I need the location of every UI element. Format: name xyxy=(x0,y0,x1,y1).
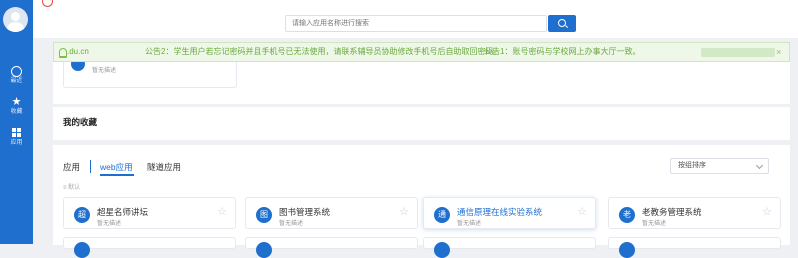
app-avatar-icon: 超 xyxy=(74,207,90,223)
app-desc: 暂无描述 xyxy=(279,221,304,227)
app-avatar-icon xyxy=(71,62,85,71)
grid-icon xyxy=(12,128,21,137)
sidebar-item-label: 应用 xyxy=(10,140,23,146)
app-card[interactable]: 超 超星名师讲坛 暂无描述 ☆ xyxy=(63,197,236,229)
search-box[interactable] xyxy=(285,15,548,32)
app-card-partial[interactable] xyxy=(63,237,236,258)
sidebar: 最近 ★ 收藏 应用 xyxy=(0,0,33,244)
app-desc: 暂无描述 xyxy=(642,221,667,227)
tab-all-apps[interactable]: 应用 xyxy=(63,161,80,173)
app-desc: 暂无描述 xyxy=(457,221,482,227)
tab-web-apps[interactable]: web应用 xyxy=(100,161,133,173)
notice-2: 公告2：学生用户若忘记密码并且手机号已无法使用，请联系辅导员协助修改手机号后自助… xyxy=(145,47,502,56)
sidebar-item-recent[interactable]: 最近 xyxy=(0,66,33,85)
recent-app-card[interactable]: 暂无描述 xyxy=(63,62,237,88)
app-name: 老教务管理系统 xyxy=(642,207,702,217)
notice-1: 公告1：账号密码与学校网上办事大厅一致。 xyxy=(484,47,641,56)
app-avatar-icon: 图 xyxy=(256,207,272,223)
app-avatar-icon xyxy=(256,242,272,258)
sort-select[interactable]: 按组排序 xyxy=(670,158,769,174)
tab-divider xyxy=(90,160,91,173)
group-label: ≡ 默认 xyxy=(63,185,81,191)
notice-bar: .du.cn 公告2：学生用户若忘记密码并且手机号已无法使用，请联系辅导员协助修… xyxy=(53,42,790,62)
app-avatar-icon xyxy=(74,242,90,258)
star-icon: ★ xyxy=(11,96,22,108)
sidebar-item-favorites[interactable]: ★ 收藏 xyxy=(0,96,33,116)
favorites-title: 我的收藏 xyxy=(63,117,98,127)
favorite-star-icon[interactable]: ☆ xyxy=(217,206,227,218)
active-tab-indicator xyxy=(100,174,134,176)
search-icon xyxy=(558,19,566,27)
app-card[interactable]: 老 老教务管理系统 暂无描述 ☆ xyxy=(608,197,781,229)
notice-domain: .du.cn xyxy=(67,47,89,56)
clock-icon xyxy=(11,66,22,77)
app-card[interactable]: 图 图书管理系统 暂无描述 ☆ xyxy=(245,197,418,229)
app-avatar-icon xyxy=(619,242,635,258)
app-name: 超星名师讲坛 xyxy=(97,207,149,217)
app-desc: 暂无描述 xyxy=(97,221,122,227)
favorite-star-icon[interactable]: ☆ xyxy=(399,206,409,218)
sidebar-item-apps[interactable]: 应用 xyxy=(0,128,33,147)
apps-panel: 应用 web应用 隧道应用 按组排序 ≡ 默认 超 超星名师讲坛 暂无描述 ☆ … xyxy=(53,145,790,258)
search-button[interactable] xyxy=(548,15,576,32)
avatar-body-shape xyxy=(7,22,24,32)
app-card-partial[interactable] xyxy=(245,237,418,258)
close-icon[interactable]: × xyxy=(776,43,781,61)
avatar[interactable] xyxy=(3,7,28,32)
app-avatar-icon xyxy=(434,242,450,258)
tab-tunnel-apps[interactable]: 隧道应用 xyxy=(147,161,181,173)
sort-value: 按组排序 xyxy=(678,162,706,169)
app-card-partial[interactable] xyxy=(423,237,596,258)
bell-icon xyxy=(59,48,67,58)
app-name: 图书管理系统 xyxy=(279,207,331,217)
app-avatar-icon: 通 xyxy=(434,207,450,223)
blurred-text xyxy=(701,48,775,57)
app-desc: 暂无描述 xyxy=(92,68,117,74)
sidebar-item-label: 最近 xyxy=(10,78,23,84)
search-input[interactable] xyxy=(286,16,548,31)
favorite-star-icon[interactable]: ☆ xyxy=(577,206,587,218)
favorite-star-icon[interactable]: ☆ xyxy=(762,206,772,218)
app-name: 通信原理在线实验系统 xyxy=(457,207,543,217)
app-avatar-icon: 老 xyxy=(619,207,635,223)
app-card[interactable]: 通 通信原理在线实验系统 暂无描述 ☆ xyxy=(423,197,596,229)
sidebar-item-label: 收藏 xyxy=(10,109,23,115)
avatar-head-shape xyxy=(11,12,20,21)
recent-panel: 暂无描述 xyxy=(53,62,790,104)
app-card-partial[interactable] xyxy=(608,237,781,258)
chevron-down-icon xyxy=(755,161,764,170)
favorites-panel: 我的收藏 xyxy=(53,107,790,140)
